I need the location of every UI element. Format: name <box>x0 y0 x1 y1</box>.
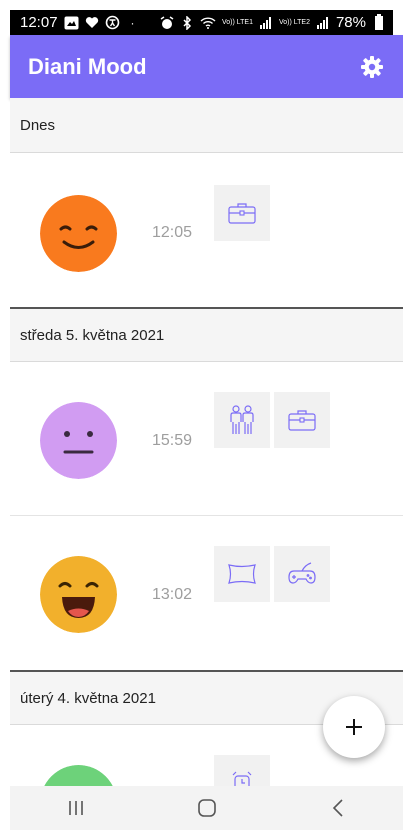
activity-list <box>214 755 270 786</box>
gamepad-icon <box>288 562 316 584</box>
settings-button[interactable] <box>359 54 385 80</box>
navigation-bar <box>10 786 403 830</box>
add-entry-button[interactable] <box>323 696 385 758</box>
activity-wake-up[interactable] <box>214 755 270 786</box>
signal-label-1: Vo)) LTE1 <box>221 19 253 26</box>
mood-entry[interactable]: 15:59 <box>10 362 403 516</box>
day-header-label: úterý 4. května 2021 <box>20 689 156 707</box>
day-header: středa 5. května 2021 <box>10 307 403 362</box>
activity-work[interactable] <box>214 185 270 241</box>
heart-notification-icon <box>85 15 99 31</box>
plus-icon <box>346 719 362 735</box>
activity-list <box>214 546 330 602</box>
alarm-icon <box>160 15 174 31</box>
laughing-face-icon <box>40 556 117 633</box>
battery-percent: 78% <box>335 14 366 31</box>
briefcase-icon <box>228 203 256 224</box>
great-face-icon <box>44 765 113 786</box>
day-header: Dnes <box>10 98 403 153</box>
signal-icon-2 <box>316 15 330 31</box>
more-notifications-dot-icon: · <box>130 15 135 30</box>
neutral-face-icon <box>40 402 117 479</box>
status-bar: 12:07 · Vo)) LTE1 Vo)) LTE2 78% <box>10 10 393 35</box>
home-button[interactable] <box>177 788 237 828</box>
accessibility-notification-icon <box>105 15 120 31</box>
activity-friends[interactable] <box>214 392 270 448</box>
status-left: 12:07 · <box>20 14 140 31</box>
pillow-icon <box>228 564 256 584</box>
briefcase-icon <box>288 410 316 431</box>
recents-button[interactable] <box>46 788 106 828</box>
day-header-label: středa 5. května 2021 <box>20 326 165 344</box>
signal-label-2: Vo)) LTE2 <box>278 19 310 26</box>
app-bar: Diani Mood <box>10 35 403 98</box>
signal-icon-1 <box>259 15 273 31</box>
activity-list <box>214 392 330 448</box>
gallery-notification-icon <box>64 15 79 31</box>
back-button[interactable] <box>308 788 368 828</box>
wifi-icon <box>200 15 216 31</box>
status-right: Vo)) LTE1 Vo)) LTE2 78% <box>160 13 383 31</box>
activity-work[interactable] <box>274 392 330 448</box>
recents-icon <box>68 801 83 815</box>
activity-list <box>214 185 270 241</box>
people-icon <box>230 405 254 434</box>
day-header-label: Dnes <box>20 116 56 134</box>
entry-time: 15:59 <box>152 432 193 449</box>
activity-sleep[interactable] <box>214 546 270 602</box>
mood-list[interactable]: Dnes 12:05 středa 5. května 2021 15:59 1… <box>10 98 403 786</box>
bluetooth-icon <box>180 15 194 31</box>
battery-icon <box>375 13 383 30</box>
entry-time: 13:02 <box>152 586 193 603</box>
app-title: Diani Mood <box>28 53 147 79</box>
activity-gaming[interactable] <box>274 546 330 602</box>
entry-time: 12:05 <box>152 224 193 241</box>
alarm-clock-icon <box>232 771 252 786</box>
happy-face-icon <box>40 195 117 272</box>
mood-entry[interactable]: 13:02 <box>10 516 403 670</box>
home-icon <box>197 799 216 817</box>
status-time: 12:07 <box>20 14 58 31</box>
gear-icon <box>361 55 383 78</box>
back-icon <box>332 799 343 817</box>
mood-entry[interactable]: 12:05 <box>10 153 403 307</box>
